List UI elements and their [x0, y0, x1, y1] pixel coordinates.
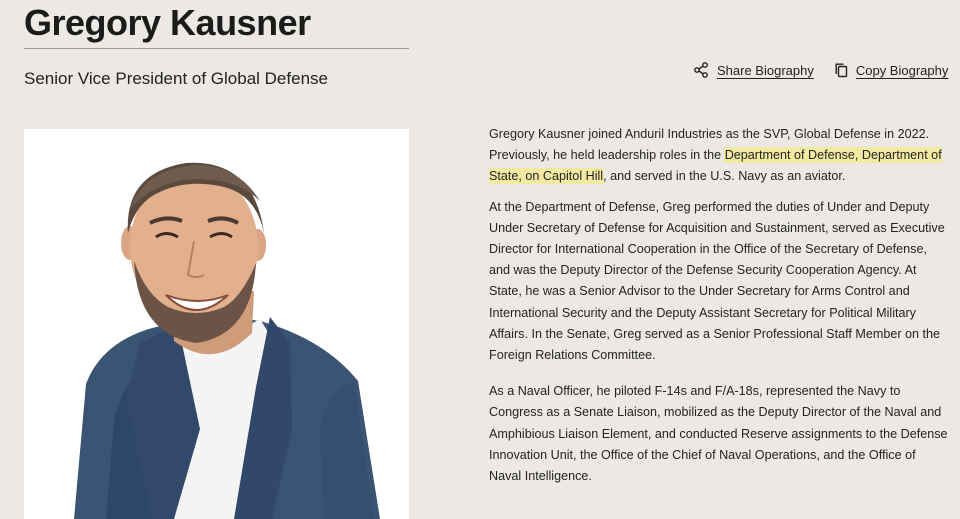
title-divider [24, 48, 409, 49]
profile-name: Gregory Kausner [24, 2, 311, 43]
share-icon [694, 62, 708, 78]
bio-paragraph-1: Gregory Kausner joined Anduril Industrie… [489, 124, 949, 188]
copy-icon [835, 63, 848, 78]
share-biography-button[interactable]: Share Biography [693, 62, 814, 78]
profile-photo [24, 129, 409, 519]
bio-paragraph-2: At the Department of Defense, Greg perfo… [489, 199, 945, 363]
biography-text: Gregory Kausner joined Anduril Industrie… [489, 124, 949, 487]
share-biography-label: Share Biography [717, 62, 814, 78]
bio-p1-text-end: , and served in the U.S. Navy as an avia… [603, 169, 846, 184]
copy-biography-label: Copy Biography [855, 62, 949, 78]
copy-biography-button[interactable]: Copy Biography [834, 62, 949, 78]
biography-actions: Share Biography Copy Biography [693, 62, 948, 78]
profile-title: Senior Vice President of Global Defense [24, 69, 328, 88]
bio-paragraph-3: As a Naval Officer, he piloted F-14s and… [489, 384, 948, 484]
